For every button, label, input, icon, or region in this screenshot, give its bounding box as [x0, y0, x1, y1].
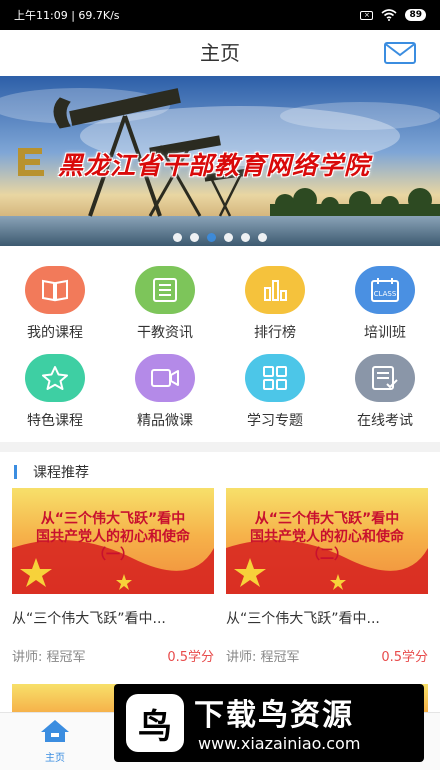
home-icon — [41, 720, 69, 742]
watermark-url: www.xiazainiao.com — [198, 734, 361, 753]
feature-menu: 我的课程 干教资讯 排行榜 CLASS 培训班 特色课程 精品微课 学习专题 在… — [0, 246, 440, 442]
mail-icon[interactable] — [384, 42, 416, 64]
section-header: 课程推荐 — [14, 462, 89, 482]
carousel-dot[interactable] — [258, 233, 267, 242]
menu-label: 学习专题 — [247, 413, 303, 429]
book-icon — [25, 266, 85, 314]
banner-logo-icon — [18, 148, 44, 176]
menu-label: 我的课程 — [27, 325, 83, 341]
tab-home[interactable]: 主页 — [30, 719, 80, 764]
course-credit: 0.5学分 — [167, 650, 214, 665]
thumb-line: 国共产党人的初心和使命 — [250, 529, 404, 545]
page-title: 主页 — [200, 41, 240, 65]
thumb-line: 国共产党人的初心和使命 — [36, 529, 190, 545]
course-thumbnail: 从“三个伟大飞跃”看中 国共产党人的初心和使命 （二） — [226, 488, 428, 594]
menu-study-topics[interactable]: 学习专题 — [220, 354, 330, 430]
menu-label: 排行榜 — [254, 325, 296, 341]
thumb-line: （一） — [92, 547, 134, 563]
grid-icon — [245, 354, 305, 402]
thumb-line: （二） — [306, 547, 348, 563]
menu-news[interactable]: 干教资讯 — [110, 266, 220, 342]
carousel-indicator — [0, 233, 440, 242]
menu-ranking[interactable]: 排行榜 — [220, 266, 330, 342]
menu-training-class[interactable]: CLASS 培训班 — [330, 266, 440, 342]
carousel-dot-active[interactable] — [207, 233, 216, 242]
carousel-dot[interactable] — [190, 233, 199, 242]
menu-label: 干教资讯 — [137, 325, 193, 341]
wifi-icon — [381, 9, 397, 21]
course-recommend-section: 课程推荐 从“三个伟大飞跃”看中 国共产党人的初心和使命 （一） 从“三个伟大飞… — [0, 452, 440, 712]
carousel-dot[interactable] — [241, 233, 250, 242]
tab-home-label: 主页 — [45, 753, 65, 764]
carousel-dot[interactable] — [173, 233, 182, 242]
course-name: 从“三个伟大飞跃”看中... — [12, 611, 166, 627]
course-thumbnail: 从“三个伟大飞跃”看中 国共产党人的初心和使命 （一） — [12, 488, 214, 594]
thumb-line: 从“三个伟大飞跃”看中 — [40, 511, 186, 527]
bar-chart-icon — [245, 266, 305, 314]
course-card[interactable]: 从“三个伟大飞跃”看中 国共产党人的初心和使命 （一） 从“三个伟大飞跃”看中.… — [12, 488, 214, 665]
status-bar: 上午11:09 | 69.7K/s × 89 — [0, 0, 440, 30]
menu-label: 特色课程 — [27, 413, 83, 429]
menu-online-exam[interactable]: 在线考试 — [330, 354, 440, 430]
status-time-speed: 上午11:09 | 69.7K/s — [14, 9, 120, 22]
thumb-line: 从“三个伟大飞跃”看中 — [254, 511, 400, 527]
carousel-dot[interactable] — [224, 233, 233, 242]
exam-icon — [355, 354, 415, 402]
course-teacher: 讲师: 程冠军 — [226, 650, 300, 665]
course-teacher: 讲师: 程冠军 — [12, 650, 86, 665]
menu-my-courses[interactable]: 我的课程 — [0, 266, 110, 342]
menu-featured-courses[interactable]: 特色课程 — [0, 354, 110, 430]
news-icon — [135, 266, 195, 314]
banner-title: 黑龙江省干部教育网络学院 — [58, 151, 371, 180]
menu-label: 在线考试 — [357, 413, 413, 429]
course-credit: 0.5学分 — [381, 650, 428, 665]
menu-label: 培训班 — [364, 325, 406, 341]
star-icon — [25, 354, 85, 402]
course-name: 从“三个伟大飞跃”看中... — [226, 611, 380, 627]
section-accent-bar — [14, 465, 17, 479]
app-header: 主页 — [0, 30, 440, 76]
video-icon — [135, 354, 195, 402]
no-sim-icon: × — [360, 10, 374, 20]
menu-label: 精品微课 — [137, 413, 193, 429]
watermark-title: 下载鸟资源 — [194, 698, 354, 733]
course-card[interactable]: 从“三个伟大飞跃”看中 国共产党人的初心和使命 （二） 从“三个伟大飞跃”看中.… — [226, 488, 428, 665]
section-title: 课程推荐 — [33, 465, 89, 481]
watermark-overlay: 鸟 下载鸟资源 www.xiazainiao.com — [114, 684, 424, 762]
banner-carousel[interactable]: 黑龙江省干部教育网络学院 — [0, 76, 440, 246]
svg-text:CLASS: CLASS — [374, 290, 397, 298]
battery-indicator: 89 — [405, 9, 426, 21]
menu-micro-lessons[interactable]: 精品微课 — [110, 354, 220, 430]
watermark-logo-icon: 鸟 — [126, 694, 184, 752]
class-calendar-icon: CLASS — [355, 266, 415, 314]
